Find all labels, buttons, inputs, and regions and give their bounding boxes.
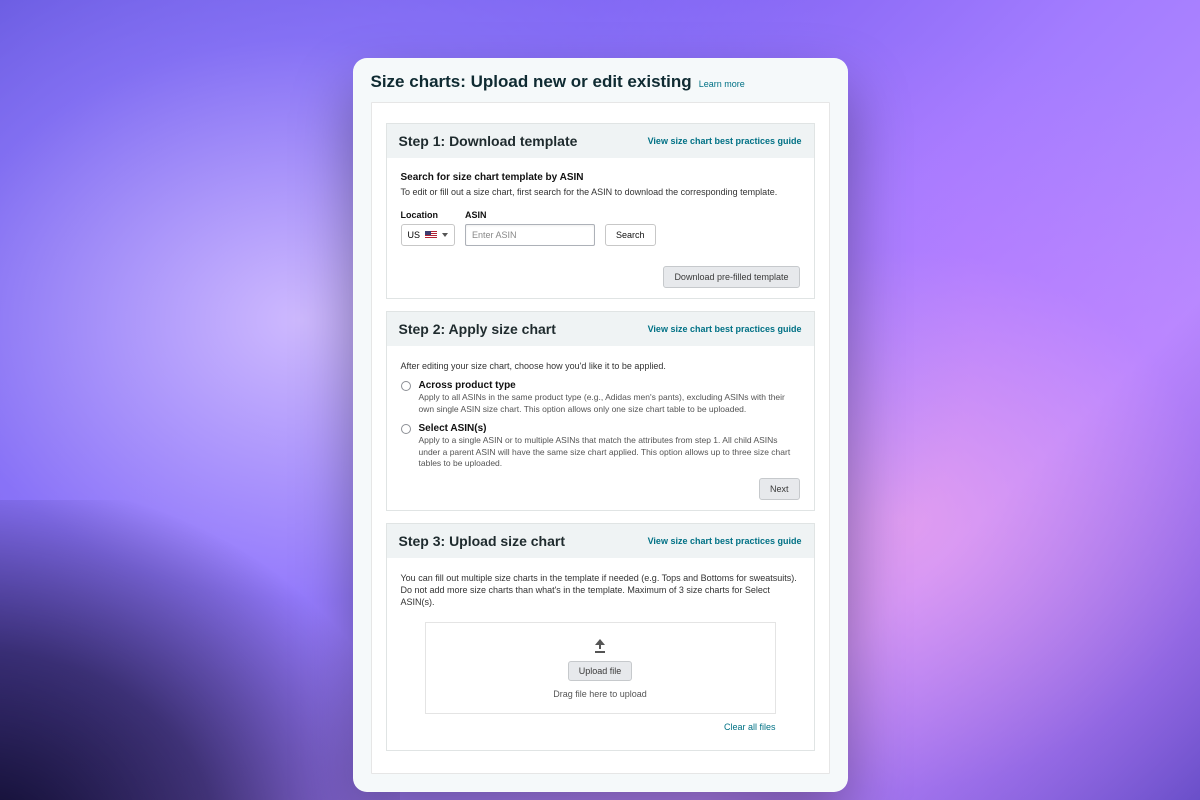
download-row: Download pre-filled template xyxy=(401,266,800,288)
drag-hint-text: Drag file here to upload xyxy=(553,689,647,699)
step-3-body: You can fill out multiple size charts in… xyxy=(387,558,814,750)
step-3-card: Step 3: Upload size chart View size char… xyxy=(386,523,815,751)
best-practices-link[interactable]: View size chart best practices guide xyxy=(648,536,802,546)
app-window: Size charts: Upload new or edit existing… xyxy=(353,58,848,792)
radio-across-product-type[interactable]: Across product type Apply to all ASINs i… xyxy=(401,380,800,415)
radio-label: Across product type xyxy=(419,380,800,391)
page-title-row: Size charts: Upload new or edit existing… xyxy=(371,72,830,92)
step-1-title: Step 1: Download template xyxy=(399,133,578,149)
step-container: Step 1: Download template View size char… xyxy=(371,102,830,774)
location-value: US xyxy=(408,230,421,240)
best-practices-link[interactable]: View size chart best practices guide xyxy=(648,136,802,146)
location-select[interactable]: US xyxy=(401,224,456,246)
best-practices-link[interactable]: View size chart best practices guide xyxy=(648,324,802,334)
step-3-title: Step 3: Upload size chart xyxy=(399,533,565,549)
asin-field: ASIN xyxy=(465,210,595,246)
asin-label: ASIN xyxy=(465,210,595,220)
asin-input[interactable] xyxy=(465,224,595,246)
step-2-body: After editing your size chart, choose ho… xyxy=(387,346,814,509)
location-field: Location US xyxy=(401,210,456,246)
chevron-down-icon xyxy=(442,233,448,237)
next-row: Next xyxy=(401,478,800,500)
step-2-intro: After editing your size chart, choose ho… xyxy=(401,360,800,372)
step-2-header: Step 2: Apply size chart View size chart… xyxy=(387,312,814,346)
radio-text: Select ASIN(s) Apply to a single ASIN or… xyxy=(419,423,800,469)
search-form-row: Location US ASIN Search xyxy=(401,210,800,246)
step-3-intro: You can fill out multiple size charts in… xyxy=(401,572,800,608)
step-2-card: Step 2: Apply size chart View size chart… xyxy=(386,311,815,510)
clear-row: Clear all files xyxy=(401,722,800,736)
step-3-header: Step 3: Upload size chart View size char… xyxy=(387,524,814,558)
search-heading: Search for size chart template by ASIN xyxy=(401,172,800,183)
search-button-wrap: Search xyxy=(605,224,656,246)
next-button[interactable]: Next xyxy=(759,478,800,500)
step-1-body: Search for size chart template by ASIN T… xyxy=(387,158,814,298)
radio-desc: Apply to a single ASIN or to multiple AS… xyxy=(419,435,800,469)
page-title: Size charts: Upload new or edit existing xyxy=(371,72,692,92)
clear-all-files-link[interactable]: Clear all files xyxy=(724,722,776,732)
search-button[interactable]: Search xyxy=(605,224,656,246)
learn-more-link[interactable]: Learn more xyxy=(699,79,745,89)
location-label: Location xyxy=(401,210,456,220)
upload-file-button[interactable]: Upload file xyxy=(568,661,633,681)
radio-label: Select ASIN(s) xyxy=(419,423,800,434)
upload-dropzone[interactable]: Upload file Drag file here to upload xyxy=(425,622,776,714)
us-flag-icon xyxy=(425,231,437,239)
step-2-title: Step 2: Apply size chart xyxy=(399,321,556,337)
radio-icon xyxy=(401,381,411,391)
download-template-button[interactable]: Download pre-filled template xyxy=(663,266,799,288)
radio-desc: Apply to all ASINs in the same product t… xyxy=(419,392,800,415)
step-1-header: Step 1: Download template View size char… xyxy=(387,124,814,158)
step-1-card: Step 1: Download template View size char… xyxy=(386,123,815,299)
radio-icon xyxy=(401,424,411,434)
search-sub: To edit or fill out a size chart, first … xyxy=(401,186,800,198)
upload-icon xyxy=(593,639,607,653)
radio-text: Across product type Apply to all ASINs i… xyxy=(419,380,800,415)
radio-select-asins[interactable]: Select ASIN(s) Apply to a single ASIN or… xyxy=(401,423,800,469)
